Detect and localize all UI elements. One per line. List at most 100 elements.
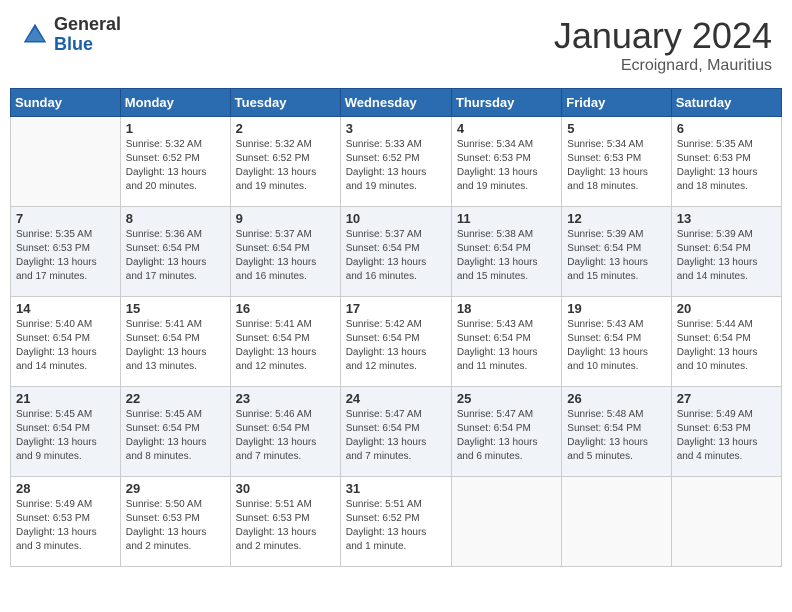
calendar-cell: 5 Sunrise: 5:34 AM Sunset: 6:53 PM Daylig… [562, 117, 671, 207]
day-info: Sunrise: 5:49 AM Sunset: 6:53 PM Dayligh… [16, 498, 115, 554]
day-info: Sunrise: 5:45 AM Sunset: 6:54 PM Dayligh… [16, 408, 115, 464]
calendar-cell: 16 Sunrise: 5:41 AM Sunset: 6:54 PM Dayli… [230, 297, 340, 387]
calendar-week-row: 28 Sunrise: 5:49 AM Sunset: 6:53 PM Dayli… [11, 477, 782, 567]
weekday-header-wednesday: Wednesday [340, 89, 451, 117]
day-info: Sunrise: 5:35 AM Sunset: 6:53 PM Dayligh… [16, 228, 115, 284]
day-info: Sunrise: 5:46 AM Sunset: 6:54 PM Dayligh… [236, 408, 335, 464]
calendar-cell: 28 Sunrise: 5:49 AM Sunset: 6:53 PM Dayli… [11, 477, 121, 567]
day-info: Sunrise: 5:40 AM Sunset: 6:54 PM Dayligh… [16, 318, 115, 374]
calendar-cell: 10Sunrise: 5:37 AM Sunset: 6:54 PM Dayli… [340, 207, 451, 297]
calendar-cell: 9 Sunrise: 5:37 AM Sunset: 6:54 PM Daylig… [230, 207, 340, 297]
logo-blue-text: Blue [54, 35, 121, 55]
day-number: 8 [126, 211, 225, 226]
calendar-cell [11, 117, 121, 207]
weekday-header-row: SundayMondayTuesdayWednesdayThursdayFrid… [11, 89, 782, 117]
day-number: 13 [677, 211, 776, 226]
day-number: 2 [236, 121, 335, 136]
day-info: Sunrise: 5:39 AM Sunset: 6:54 PM Dayligh… [567, 228, 665, 284]
day-info: Sunrise: 5:45 AM Sunset: 6:54 PM Dayligh… [126, 408, 225, 464]
day-number: 7 [16, 211, 115, 226]
day-info: Sunrise: 5:50 AM Sunset: 6:53 PM Dayligh… [126, 498, 225, 554]
day-number: 11 [457, 211, 556, 226]
day-info: Sunrise: 5:48 AM Sunset: 6:54 PM Dayligh… [567, 408, 665, 464]
day-info: Sunrise: 5:35 AM Sunset: 6:53 PM Dayligh… [677, 138, 776, 194]
calendar-cell: 4Sunrise: 5:34 AM Sunset: 6:53 PM Daylig… [451, 117, 561, 207]
logo-icon [20, 20, 50, 50]
day-number: 19 [567, 301, 665, 316]
day-info: Sunrise: 5:39 AM Sunset: 6:54 PM Dayligh… [677, 228, 776, 284]
weekday-header-saturday: Saturday [671, 89, 781, 117]
day-info: Sunrise: 5:37 AM Sunset: 6:54 PM Dayligh… [346, 228, 446, 284]
day-info: Sunrise: 5:41 AM Sunset: 6:54 PM Dayligh… [126, 318, 225, 374]
calendar-cell: 17 Sunrise: 5:42 AM Sunset: 6:54 PM Dayli… [340, 297, 451, 387]
day-info: Sunrise: 5:51 AM Sunset: 6:53 PM Dayligh… [236, 498, 335, 554]
calendar-cell: 11 Sunrise: 5:38 AM Sunset: 6:54 PM Dayli… [451, 207, 561, 297]
day-number: 28 [16, 481, 115, 496]
day-number: 9 [236, 211, 335, 226]
calendar-cell [562, 477, 671, 567]
calendar-cell: 20Sunrise: 5:44 AM Sunset: 6:54 PM Dayli… [671, 297, 781, 387]
calendar-cell: 18 Sunrise: 5:43 AM Sunset: 6:54 PM Dayli… [451, 297, 561, 387]
calendar-cell: 14 Sunrise: 5:40 AM Sunset: 6:54 PM Dayli… [11, 297, 121, 387]
page-header: General Blue January 2024 Ecroignard, Ma… [10, 10, 782, 80]
day-number: 6 [677, 121, 776, 136]
calendar-table: SundayMondayTuesdayWednesdayThursdayFrid… [10, 88, 782, 567]
day-number: 5 [567, 121, 665, 136]
day-info: Sunrise: 5:42 AM Sunset: 6:54 PM Dayligh… [346, 318, 446, 374]
calendar-cell: 29 Sunrise: 5:50 AM Sunset: 6:53 PM Dayli… [120, 477, 230, 567]
day-number: 25 [457, 391, 556, 406]
calendar-cell: 31Sunrise: 5:51 AM Sunset: 6:52 PM Dayli… [340, 477, 451, 567]
calendar-cell: 15 Sunrise: 5:41 AM Sunset: 6:54 PM Dayli… [120, 297, 230, 387]
calendar-week-row: 1 Sunrise: 5:32 AM Sunset: 6:52 PM Daylig… [11, 117, 782, 207]
day-info: Sunrise: 5:38 AM Sunset: 6:54 PM Dayligh… [457, 228, 556, 284]
day-info: Sunrise: 5:34 AM Sunset: 6:53 PM Dayligh… [457, 138, 556, 194]
calendar-cell [671, 477, 781, 567]
logo-general-text: General [54, 15, 121, 35]
day-info: Sunrise: 5:32 AM Sunset: 6:52 PM Dayligh… [236, 138, 335, 194]
calendar-cell: 7 Sunrise: 5:35 AM Sunset: 6:53 PM Daylig… [11, 207, 121, 297]
day-info: Sunrise: 5:47 AM Sunset: 6:54 PM Dayligh… [457, 408, 556, 464]
day-number: 1 [126, 121, 225, 136]
day-info: Sunrise: 5:37 AM Sunset: 6:54 PM Dayligh… [236, 228, 335, 284]
weekday-header-friday: Friday [562, 89, 671, 117]
day-info: Sunrise: 5:36 AM Sunset: 6:54 PM Dayligh… [126, 228, 225, 284]
day-info: Sunrise: 5:34 AM Sunset: 6:53 PM Dayligh… [567, 138, 665, 194]
day-number: 29 [126, 481, 225, 496]
day-number: 30 [236, 481, 335, 496]
calendar-cell: 1 Sunrise: 5:32 AM Sunset: 6:52 PM Daylig… [120, 117, 230, 207]
calendar-cell: 22Sunrise: 5:45 AM Sunset: 6:54 PM Dayli… [120, 387, 230, 477]
calendar-cell: 13 Sunrise: 5:39 AM Sunset: 6:54 PM Dayli… [671, 207, 781, 297]
day-info: Sunrise: 5:43 AM Sunset: 6:54 PM Dayligh… [567, 318, 665, 374]
day-number: 12 [567, 211, 665, 226]
day-info: Sunrise: 5:41 AM Sunset: 6:54 PM Dayligh… [236, 318, 335, 374]
day-number: 3 [346, 121, 446, 136]
day-number: 15 [126, 301, 225, 316]
day-info: Sunrise: 5:43 AM Sunset: 6:54 PM Dayligh… [457, 318, 556, 374]
calendar-cell: 19 Sunrise: 5:43 AM Sunset: 6:54 PM Dayli… [562, 297, 671, 387]
day-info: Sunrise: 5:32 AM Sunset: 6:52 PM Dayligh… [126, 138, 225, 194]
calendar-cell: 27 Sunrise: 5:49 AM Sunset: 6:53 PM Dayli… [671, 387, 781, 477]
day-number: 23 [236, 391, 335, 406]
calendar-cell: 25 Sunrise: 5:47 AM Sunset: 6:54 PM Dayli… [451, 387, 561, 477]
day-number: 17 [346, 301, 446, 316]
calendar-cell: 24Sunrise: 5:47 AM Sunset: 6:54 PM Dayli… [340, 387, 451, 477]
calendar-cell: 30 Sunrise: 5:51 AM Sunset: 6:53 PM Dayli… [230, 477, 340, 567]
weekday-header-monday: Monday [120, 89, 230, 117]
day-number: 14 [16, 301, 115, 316]
calendar-week-row: 21Sunrise: 5:45 AM Sunset: 6:54 PM Dayli… [11, 387, 782, 477]
calendar-cell: 2 Sunrise: 5:32 AM Sunset: 6:52 PM Daylig… [230, 117, 340, 207]
day-number: 27 [677, 391, 776, 406]
day-info: Sunrise: 5:49 AM Sunset: 6:53 PM Dayligh… [677, 408, 776, 464]
calendar-cell: 21Sunrise: 5:45 AM Sunset: 6:54 PM Dayli… [11, 387, 121, 477]
day-info: Sunrise: 5:44 AM Sunset: 6:54 PM Dayligh… [677, 318, 776, 374]
calendar-cell: 8 Sunrise: 5:36 AM Sunset: 6:54 PM Daylig… [120, 207, 230, 297]
day-info: Sunrise: 5:47 AM Sunset: 6:54 PM Dayligh… [346, 408, 446, 464]
weekday-header-sunday: Sunday [11, 89, 121, 117]
day-info: Sunrise: 5:51 AM Sunset: 6:52 PM Dayligh… [346, 498, 446, 554]
calendar-cell: 3Sunrise: 5:33 AM Sunset: 6:52 PM Daylig… [340, 117, 451, 207]
location-text: Ecroignard, Mauritius [554, 57, 772, 75]
calendar-cell: 23 Sunrise: 5:46 AM Sunset: 6:54 PM Dayli… [230, 387, 340, 477]
day-number: 18 [457, 301, 556, 316]
day-number: 16 [236, 301, 335, 316]
title-area: January 2024 Ecroignard, Mauritius [554, 15, 772, 75]
